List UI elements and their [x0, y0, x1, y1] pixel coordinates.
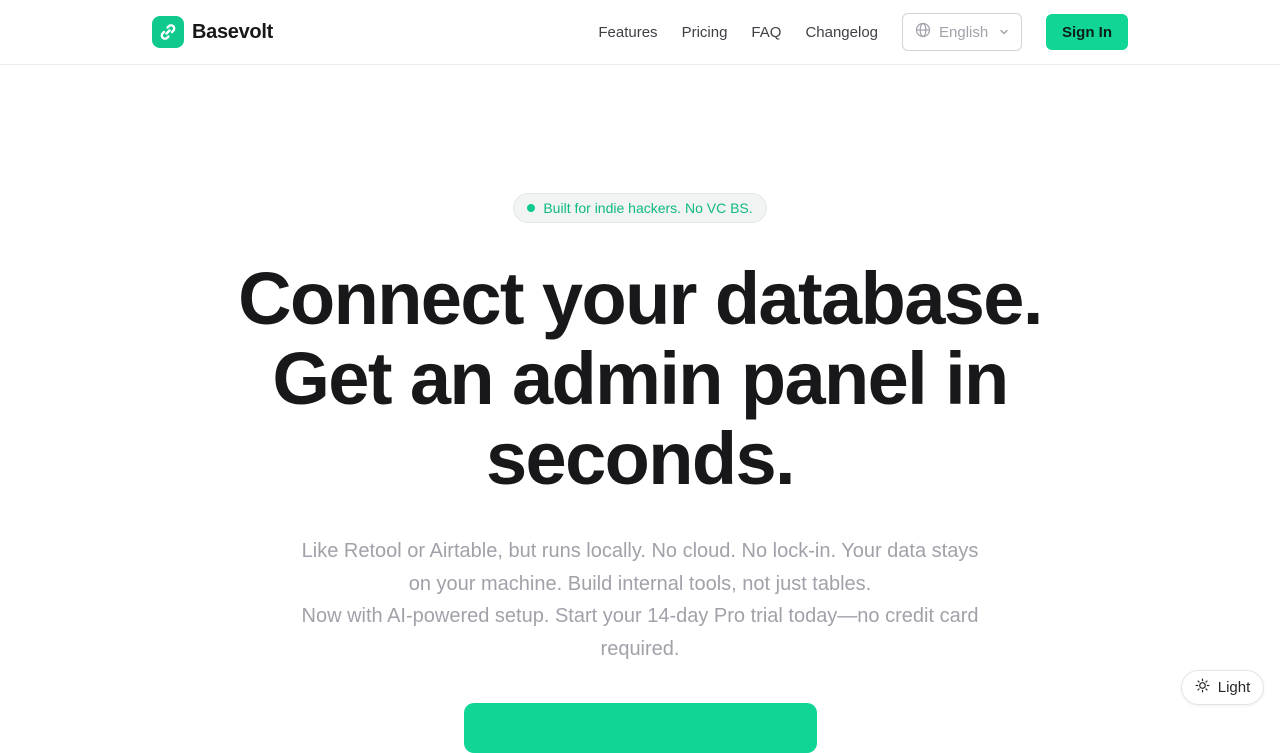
globe-icon [915, 22, 931, 42]
language-select[interactable]: English [902, 13, 1022, 51]
nav-link-pricing[interactable]: Pricing [682, 24, 728, 41]
hero-subtitle: Like Retool or Airtable, but runs locall… [300, 535, 980, 665]
main-nav: Features Pricing FAQ Changelog English S… [598, 13, 1128, 51]
hero-badge: Built for indie hackers. No VC BS. [513, 193, 767, 223]
hero-subtitle-line-2: Now with AI-powered setup. Start your 14… [301, 605, 979, 660]
hero-subtitle-line-1: Like Retool or Airtable, but runs locall… [301, 540, 979, 595]
link-chain-icon [152, 16, 184, 48]
nav-link-faq[interactable]: FAQ [751, 24, 781, 41]
status-dot-icon [527, 204, 536, 212]
site-header: Basevolt Features Pricing FAQ Changelog … [0, 0, 1280, 65]
hero-badge-text: Built for indie hackers. No VC BS. [543, 200, 753, 216]
theme-toggle-button[interactable]: Light [1181, 670, 1264, 705]
theme-toggle-label: Light [1217, 679, 1251, 696]
chevron-down-icon [999, 24, 1009, 41]
brand-logo-link[interactable]: Basevolt [152, 16, 273, 48]
language-label: English [939, 23, 989, 41]
nav-link-features[interactable]: Features [598, 24, 657, 41]
brand-name: Basevolt [192, 20, 273, 43]
primary-cta-button[interactable] [464, 703, 817, 753]
nav-link-changelog[interactable]: Changelog [805, 24, 878, 41]
sign-in-button[interactable]: Sign In [1046, 14, 1128, 50]
sun-icon [1195, 678, 1210, 697]
hero-headline: Connect your database. Get an admin pane… [238, 257, 1043, 500]
hero-section: Built for indie hackers. No VC BS. Conne… [0, 193, 1280, 665]
